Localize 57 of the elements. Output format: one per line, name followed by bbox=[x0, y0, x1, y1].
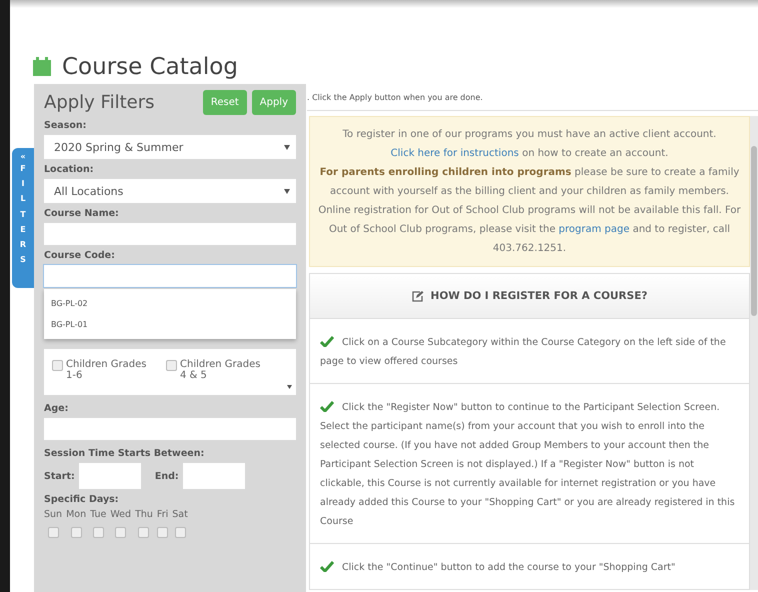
day-label: Sun bbox=[44, 509, 62, 520]
day-label: Wed bbox=[110, 509, 132, 520]
day-label: Fri bbox=[156, 509, 168, 520]
field-label: Course Name: bbox=[44, 208, 120, 219]
page-title: Course Catalog bbox=[62, 54, 238, 80]
checkbox[interactable] bbox=[48, 527, 59, 538]
checkbox[interactable] bbox=[157, 527, 168, 538]
suggestion-item[interactable]: BG-PL-01 bbox=[44, 314, 296, 335]
checkbox[interactable] bbox=[92, 527, 104, 538]
location-select[interactable]: All Locations bbox=[44, 179, 296, 203]
category-label: Children Grades 1-6 bbox=[66, 359, 148, 381]
field-label: Course Code: bbox=[44, 250, 116, 261]
calendar-icon bbox=[32, 57, 52, 77]
filter-button[interactable]: Apply bbox=[252, 90, 296, 115]
check-icon bbox=[320, 401, 334, 412]
check-icon bbox=[320, 561, 334, 572]
day-label: Thu bbox=[135, 509, 153, 520]
field-label: Specific Days: bbox=[44, 494, 120, 505]
checkbox[interactable] bbox=[70, 527, 82, 538]
step-text: Click the "Continue" button to add the course to your "Shopping Cart" bbox=[309, 544, 750, 590]
day-label: Mon bbox=[66, 509, 86, 520]
course-code-field[interactable] bbox=[44, 265, 296, 287]
field-label: Session Time Starts Between: bbox=[44, 448, 206, 459]
caret-icon bbox=[284, 144, 290, 150]
filters-tab[interactable]: « FILTERS bbox=[12, 148, 34, 288]
step-text: Click on a Course Subcategory within the Course Category on the left side of the page to view offered courses bbox=[309, 319, 750, 384]
field-label: Age: bbox=[44, 403, 70, 414]
checkbox[interactable] bbox=[166, 360, 177, 371]
checkbox[interactable] bbox=[115, 527, 126, 538]
panel-title: HOW DO I REGISTER FOR A COURSE? bbox=[430, 290, 648, 302]
suggestion-item[interactable]: BG-PL-02 bbox=[44, 293, 296, 314]
caret-icon bbox=[284, 188, 290, 194]
instructions-link[interactable]: Click here for instructions bbox=[390, 148, 519, 159]
day-label: Sat bbox=[172, 509, 188, 520]
notice-text: To register in one of our programs you must have an active client account. Click here for instructions on how to create an account. For parents enrolling children into programs please be sure to create a family account with yourself as the billing client and your children as family members. Online registration for Out of School Club programs will not be available this fall. For Out of School Club programs, please visit the program page and to register, call 403.762.1251. bbox=[309, 116, 750, 267]
filter-button[interactable]: Reset bbox=[202, 90, 247, 115]
hint-text: . Click the Apply button when you are done. bbox=[307, 84, 758, 111]
season-select[interactable]: 2020 Spring & Summer bbox=[44, 135, 296, 159]
checkbox[interactable] bbox=[174, 527, 186, 538]
scroll-arrow-icon bbox=[287, 385, 292, 389]
program-page-link[interactable]: program page bbox=[558, 224, 630, 235]
field-label: Location: bbox=[44, 164, 95, 175]
field-label: Season: bbox=[44, 120, 88, 131]
checkbox[interactable] bbox=[138, 527, 150, 538]
field-label: End: bbox=[154, 471, 179, 482]
end-time-field[interactable] bbox=[182, 463, 245, 489]
category-label: Children Grades 4 & 5 bbox=[180, 359, 262, 381]
scrollbar-thumb[interactable] bbox=[751, 146, 757, 316]
day-label: Tue bbox=[90, 509, 106, 520]
field-label: Start: bbox=[44, 471, 75, 482]
age-field[interactable] bbox=[44, 418, 296, 440]
edit-icon bbox=[412, 290, 424, 302]
checkbox[interactable] bbox=[52, 360, 63, 371]
start-time-field[interactable] bbox=[78, 463, 141, 489]
filters-title: Apply Filters bbox=[44, 92, 154, 113]
course-name-field[interactable] bbox=[44, 223, 296, 245]
check-icon bbox=[320, 336, 334, 347]
